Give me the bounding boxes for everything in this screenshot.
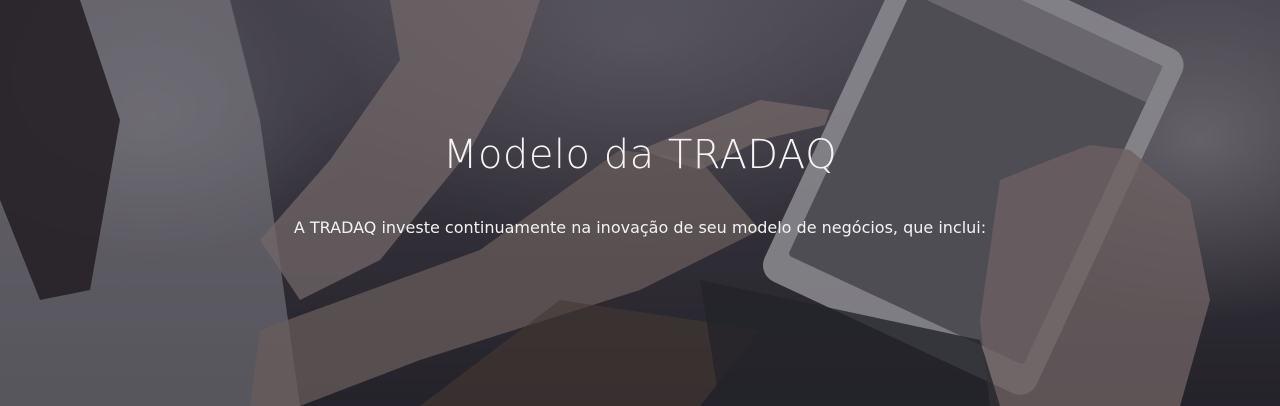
hero-banner: Modelo da TRADAQ A TRADAQ investe contin… <box>0 0 1280 406</box>
hero-subtitle: A TRADAQ investe continuamente na inovaç… <box>293 218 987 237</box>
hero-title: Modelo da TRADAQ <box>442 132 838 178</box>
hero-content: Modelo da TRADAQ A TRADAQ investe contin… <box>0 0 1280 406</box>
